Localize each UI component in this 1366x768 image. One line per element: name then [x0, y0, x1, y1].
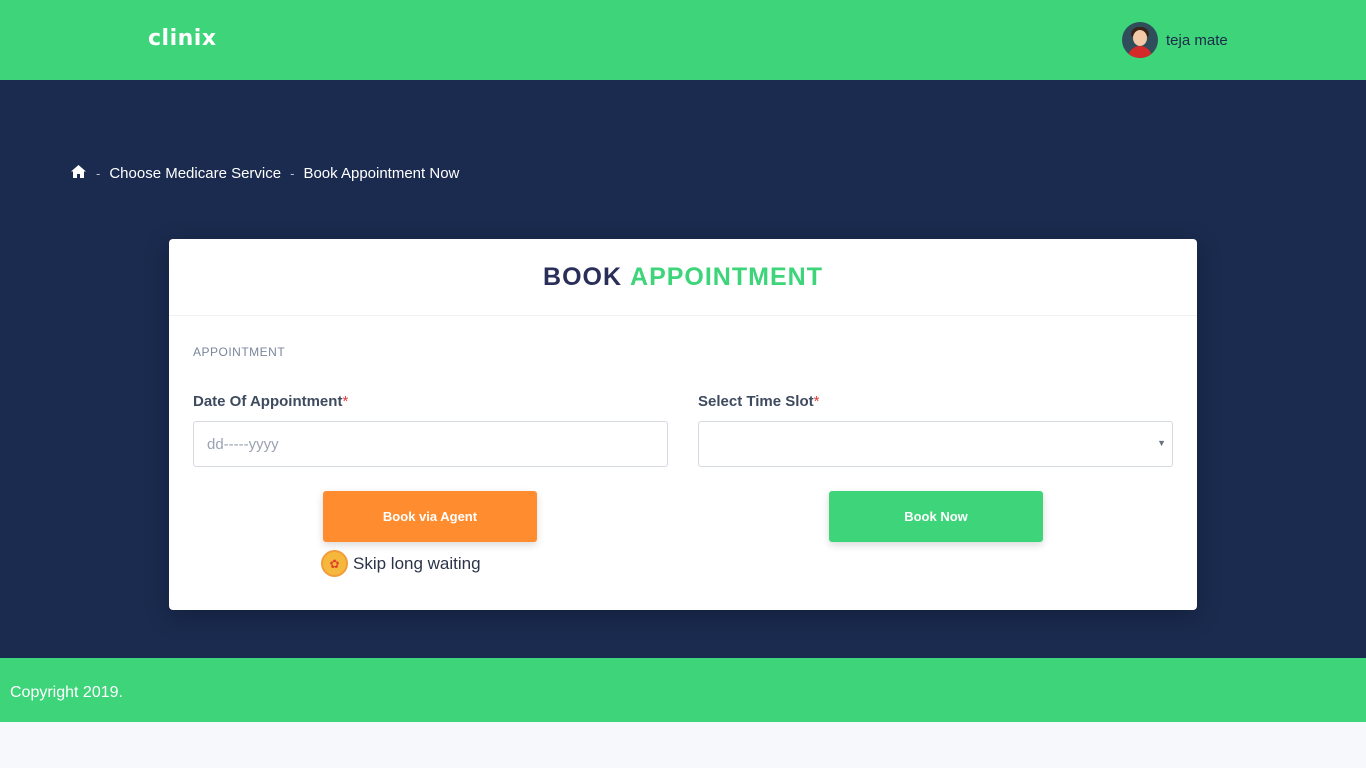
breadcrumb-separator: - [96, 166, 101, 181]
title-book: BOOK [543, 262, 623, 291]
home-icon[interactable] [70, 164, 87, 183]
main-content: - Choose Medicare Service - Book Appoint… [0, 80, 1366, 658]
top-header: clinix teja mate [0, 0, 1366, 80]
clinix-logo[interactable]: clinix [148, 26, 217, 51]
date-input[interactable]: dd-----yyyy [193, 421, 668, 467]
copyright-text: Copyright 2019. [10, 684, 123, 701]
user-name[interactable]: teja mate [1166, 32, 1228, 49]
book-via-agent-button[interactable]: Book via Agent [323, 491, 537, 542]
required-mark: * [813, 393, 820, 410]
breadcrumb-choose-service[interactable]: Choose Medicare Service [109, 165, 281, 182]
book-appointment-card: BOOK APPOINTMENT APPOINTMENT Date Of App… [169, 239, 1197, 610]
book-now-button[interactable]: Book Now [829, 491, 1043, 542]
breadcrumb: - Choose Medicare Service - Book Appoint… [70, 164, 459, 183]
required-mark: * [342, 393, 349, 410]
breadcrumb-separator: - [290, 166, 295, 181]
skip-waiting: ✿ Skip long waiting [321, 550, 481, 577]
time-slot-label: Select Time Slot* [698, 393, 820, 410]
chevron-down-icon[interactable]: ▼ [1157, 438, 1166, 448]
card-title: BOOK APPOINTMENT [169, 239, 1197, 316]
title-appointment: APPOINTMENT [630, 262, 823, 291]
time-slot-select[interactable]: ▼ [698, 421, 1173, 467]
badge-icon: ✿ [321, 550, 348, 577]
section-label: APPOINTMENT [193, 345, 286, 359]
date-placeholder: dd-----yyyy [207, 436, 279, 453]
skip-waiting-text: Skip long waiting [353, 553, 481, 573]
date-label: Date Of Appointment* [193, 393, 349, 410]
footer: Copyright 2019. [0, 658, 1366, 722]
user-menu[interactable]: teja mate [1122, 22, 1228, 58]
breadcrumb-book-appointment: Book Appointment Now [303, 165, 460, 182]
avatar[interactable] [1122, 22, 1158, 58]
